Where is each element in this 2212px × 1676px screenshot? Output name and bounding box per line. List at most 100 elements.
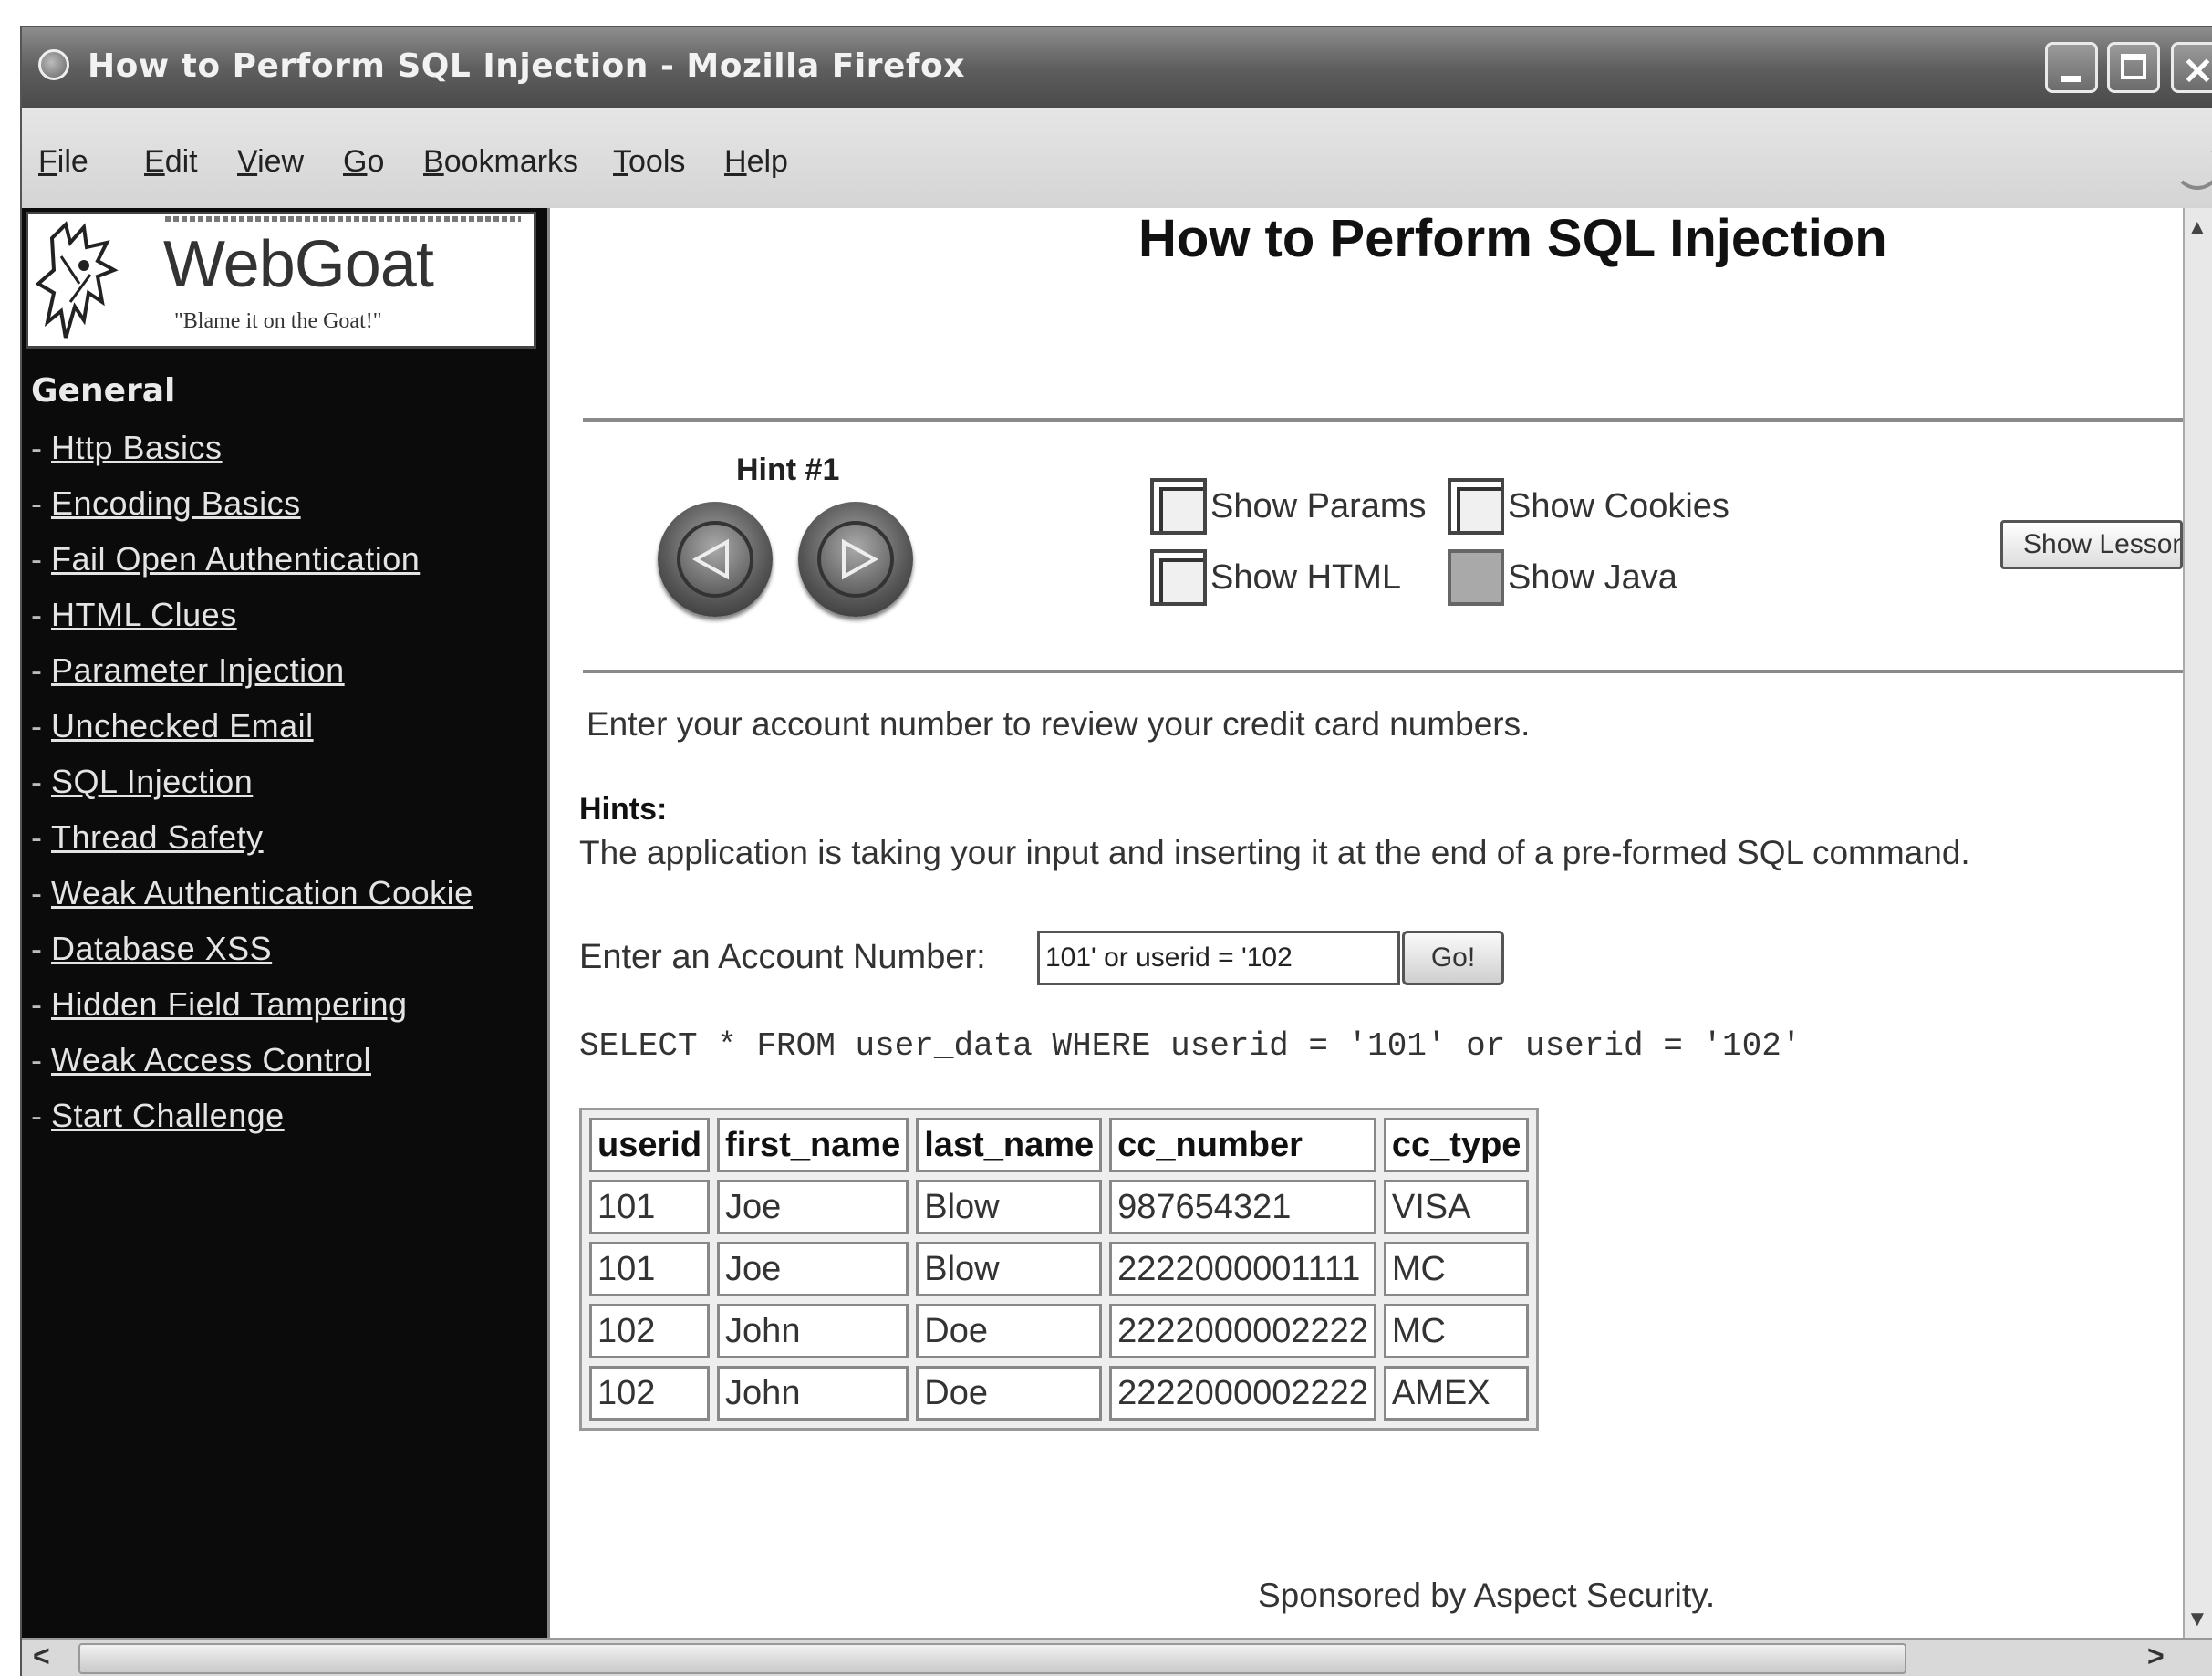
nav-heading-general: General <box>31 372 176 410</box>
column-header: userid <box>589 1118 711 1172</box>
scroll-left-icon[interactable]: < <box>33 1640 50 1673</box>
menu-view[interactable]: View <box>237 144 304 180</box>
lesson-link[interactable]: Http Basics <box>51 429 223 466</box>
table-cell: 2222000002222 <box>1109 1366 1376 1421</box>
lesson-link[interactable]: Hidden Field Tampering <box>51 985 408 1023</box>
table-cell: 987654321 <box>1109 1180 1376 1234</box>
lesson-link[interactable]: Fail Open Authentication <box>51 540 420 578</box>
table-cell: Joe <box>717 1180 909 1234</box>
browser-window: How to Perform SQL Injection - Mozilla F… <box>20 26 2212 1676</box>
table-cell: VISA <box>1383 1180 1530 1234</box>
page-title: How to Perform SQL Injection <box>1138 209 1887 268</box>
list-item: - Fail Open Authentication <box>31 540 421 578</box>
vertical-scrollbar[interactable]: ▲ ▼ <box>2183 208 2212 1640</box>
lesson-link[interactable]: Unchecked Email <box>51 707 314 744</box>
go-button[interactable]: Go! <box>1402 931 1504 985</box>
horizontal-scrollbar[interactable]: < > <box>22 1638 2212 1676</box>
lesson-link[interactable]: Encoding Basics <box>51 484 301 522</box>
column-header: cc_number <box>1109 1118 1376 1172</box>
minimize-button[interactable] <box>2045 42 2098 93</box>
menu-tools[interactable]: Tools <box>613 144 685 180</box>
menu-help[interactable]: Help <box>724 144 788 180</box>
list-item: - Parameter Injection <box>31 651 345 689</box>
table-cell: MC <box>1383 1304 1530 1358</box>
show-cookies-label: Show Cookies <box>1508 486 1729 526</box>
results-table: userid first_name last_name cc_number cc… <box>579 1108 1540 1431</box>
show-java-label: Show Java <box>1508 557 1677 597</box>
show-params-checkbox[interactable] <box>1150 478 1207 535</box>
show-java-option: Show Java <box>1448 549 1677 606</box>
goat-icon <box>35 221 119 339</box>
scroll-right-icon[interactable]: > <box>2147 1640 2165 1673</box>
scroll-up-icon[interactable]: ▲ <box>2186 215 2208 241</box>
table-cell: MC <box>1383 1242 1530 1296</box>
minimize-icon <box>2061 76 2081 82</box>
show-html-checkbox[interactable] <box>1150 549 1207 606</box>
logo-fine-print <box>165 216 521 222</box>
show-cookies-checkbox[interactable] <box>1448 478 1504 535</box>
table-row: 101 Joe Blow 987654321 VISA <box>589 1180 1530 1234</box>
table-cell: Blow <box>916 1180 1103 1234</box>
list-item: - Unchecked Email <box>31 707 314 744</box>
hints-label: Hints: <box>579 792 668 827</box>
table-cell: 101 <box>589 1242 711 1296</box>
close-button[interactable]: × <box>2171 42 2212 93</box>
logo-tagline: "Blame it on the Goat!" <box>174 309 382 333</box>
intro-text: Enter your account number to review your… <box>587 705 1531 743</box>
lesson-list: - Http Basics - Encoding Basics - Fail Open… <box>31 429 473 1152</box>
account-number-input[interactable] <box>1037 931 1400 985</box>
close-icon: × <box>2181 47 2212 93</box>
list-item: - HTML Clues <box>31 596 237 633</box>
maximize-icon <box>2121 54 2146 79</box>
table-cell: Doe <box>916 1304 1103 1358</box>
divider <box>583 418 2197 422</box>
table-cell: John <box>717 1366 909 1421</box>
lesson-link[interactable]: Thread Safety <box>51 818 264 856</box>
maximize-button[interactable] <box>2107 42 2160 93</box>
table-cell: John <box>717 1304 909 1358</box>
table-cell: Doe <box>916 1366 1103 1421</box>
menu-file[interactable]: File <box>38 144 88 180</box>
list-item: - SQL Injection <box>31 763 254 800</box>
table-row: 101 Joe Blow 2222000001111 MC <box>589 1242 1530 1296</box>
previous-hint-button[interactable] <box>658 502 773 617</box>
list-item: - Http Basics <box>31 429 223 466</box>
firefox-icon <box>38 49 69 80</box>
table-cell: 2222000002222 <box>1109 1304 1376 1358</box>
window-title: How to Perform SQL Injection - Mozilla F… <box>88 47 965 85</box>
lesson-link[interactable]: Weak Access Control <box>51 1041 371 1078</box>
sql-query: SELECT * FROM user_data WHERE userid = '… <box>579 1027 1802 1065</box>
lesson-sidebar: WebGoat "Blame it on the Goat!" General … <box>22 208 547 1640</box>
show-html-label: Show HTML <box>1210 557 1402 597</box>
lesson-link[interactable]: Database XSS <box>51 930 272 967</box>
table-header-row: userid first_name last_name cc_number cc… <box>589 1118 1530 1172</box>
table-cell: AMEX <box>1383 1366 1530 1421</box>
list-item: - Weak Access Control <box>31 1041 371 1078</box>
menu-bookmarks[interactable]: Bookmarks <box>423 144 578 180</box>
list-item: - Start Challenge <box>31 1097 285 1134</box>
list-item: - Weak Authentication Cookie <box>31 874 473 911</box>
horizontal-scroll-thumb[interactable] <box>78 1643 1906 1674</box>
list-item: - Database XSS <box>31 930 273 967</box>
scroll-down-icon[interactable]: ▼ <box>2186 1607 2208 1632</box>
hint-label: Hint #1 <box>736 453 840 487</box>
next-hint-button[interactable] <box>798 502 913 617</box>
column-header: last_name <box>916 1118 1103 1172</box>
menu-bar: File Edit View Go Bookmarks Tools Help <box>22 108 2212 208</box>
table-cell: Blow <box>916 1242 1103 1296</box>
show-java-checkbox <box>1448 549 1504 606</box>
lesson-link[interactable]: HTML Clues <box>51 596 237 633</box>
show-cookies-option: Show Cookies <box>1448 478 1729 535</box>
menu-edit[interactable]: Edit <box>144 144 198 180</box>
logo-title: WebGoat <box>163 228 434 301</box>
lesson-link[interactable]: Start Challenge <box>51 1097 285 1134</box>
webgoat-logo: WebGoat "Blame it on the Goat!" <box>26 212 536 349</box>
lesson-link[interactable]: Weak Authentication Cookie <box>51 874 473 911</box>
table-cell: 101 <box>589 1180 711 1234</box>
show-lesson-plan-button[interactable]: Show Lesson Plan <box>2000 520 2183 569</box>
lesson-link[interactable]: Parameter Injection <box>51 651 345 689</box>
lesson-link[interactable]: SQL Injection <box>51 763 253 800</box>
sponsor-text: Sponsored by Aspect Security. <box>1258 1577 1716 1614</box>
show-params-label: Show Params <box>1210 486 1427 526</box>
menu-go[interactable]: Go <box>343 144 384 180</box>
